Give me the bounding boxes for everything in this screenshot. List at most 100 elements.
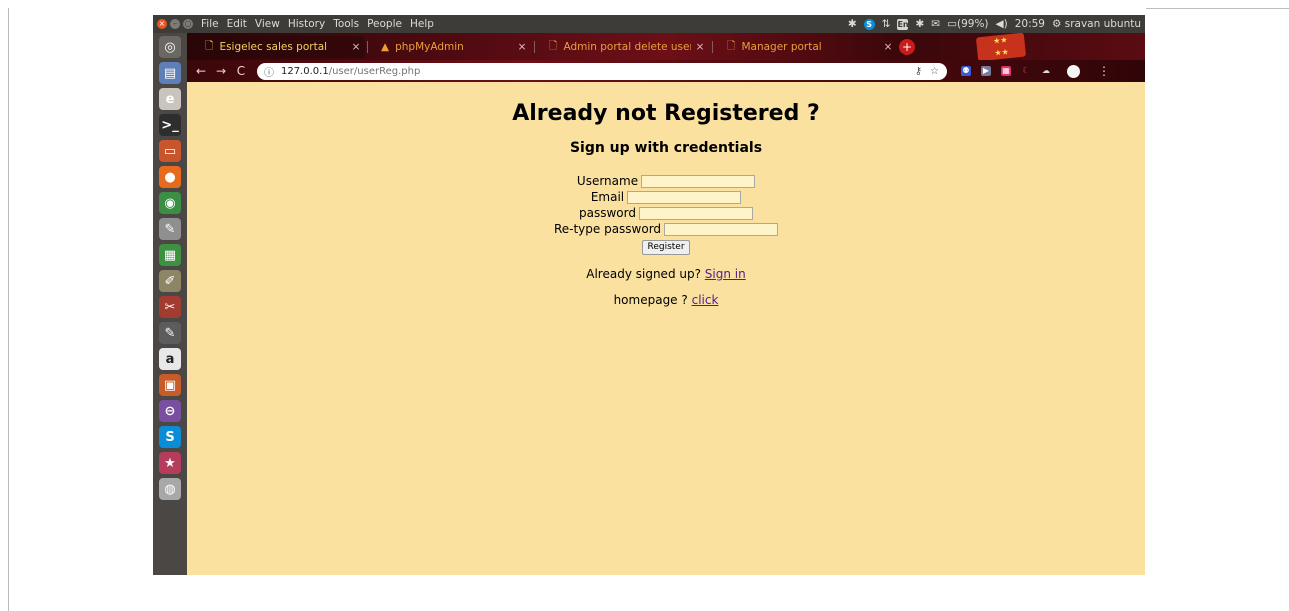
archive-icon[interactable]: ▭ <box>159 140 181 162</box>
disk-icon[interactable]: ⊖ <box>159 400 181 422</box>
clock[interactable]: 20:59 <box>1015 18 1045 30</box>
extension-grid-icon[interactable]: ▦ <box>1001 66 1011 76</box>
menu-history[interactable]: History <box>288 18 325 30</box>
draw-icon[interactable]: ✐ <box>159 270 181 292</box>
signup-form: Username Email password Re-type password… <box>187 173 1145 255</box>
extension-media-icon[interactable]: ▶ <box>981 66 991 76</box>
menu-view[interactable]: View <box>255 18 280 30</box>
keyboard-layout-indicator[interactable]: En <box>897 18 909 30</box>
address-bar[interactable]: ⓘ 127.0.0.1/user/userReg.php ⚷ ☆ <box>257 62 947 80</box>
chrome-icon[interactable]: ◉ <box>159 192 181 214</box>
omnibox-actions: ⚷ ☆ <box>915 66 947 77</box>
page-content: Already not Registered ? Sign up with cr… <box>187 82 1145 575</box>
retype-password-row: Re-type password <box>187 221 1145 237</box>
firefox-icon[interactable]: ● <box>159 166 181 188</box>
username-row: Username <box>187 173 1145 189</box>
close-icon[interactable]: × <box>513 41 531 53</box>
menu-edit[interactable]: Edit <box>227 18 247 30</box>
battery-percentage: (99%) <box>957 18 989 30</box>
tab-title: Manager portal <box>741 41 822 53</box>
extension-incognito-icon[interactable]: ☁ <box>1041 66 1051 76</box>
tab-phpmyadmin[interactable]: ▲ phpMyAdmin × <box>371 36 531 58</box>
dash-icon[interactable]: ◎ <box>159 36 181 58</box>
homepage-link[interactable]: click <box>692 293 719 307</box>
reload-icon[interactable]: C <box>231 64 251 78</box>
notes-icon[interactable]: ✎ <box>159 322 181 344</box>
register-button[interactable]: Register <box>642 240 690 255</box>
extension-moon-icon[interactable]: ☾ <box>1021 66 1031 76</box>
text-editor-icon[interactable]: ✎ <box>159 218 181 240</box>
spreadsheet-icon[interactable]: ▦ <box>159 244 181 266</box>
unity-launcher: ◎ ▤ e >_ ▭ ● ◉ ✎ ▦ ✐ ✂ ✎ a ▣ ⊖ S ★ ◍ <box>153 33 187 575</box>
eclipse-icon[interactable]: e <box>159 88 181 110</box>
signin-link[interactable]: Sign in <box>705 267 746 281</box>
password-input[interactable] <box>638 207 753 220</box>
tab-esigelec-sales-portal[interactable]: 🗋 Esigelec sales portal × <box>195 36 365 58</box>
back-arrow-icon[interactable]: ← <box>191 64 211 78</box>
terminal-icon[interactable]: >_ <box>159 114 181 136</box>
phpmyadmin-icon: ▲ <box>381 41 390 53</box>
tab-title: phpMyAdmin <box>395 41 464 53</box>
retype-password-input[interactable] <box>664 223 779 236</box>
tab-manager-portal[interactable]: 🗋 Manager portal × <box>717 36 897 58</box>
window-close-icon[interactable]: × <box>157 19 167 29</box>
battery-indicator[interactable]: ▭(99%) <box>947 18 988 30</box>
skype-icon[interactable]: S <box>159 426 181 448</box>
bluetooth-icon[interactable]: ✱ <box>848 18 857 30</box>
menu-file[interactable]: File <box>201 18 219 30</box>
bluetooth-secondary-icon[interactable]: ✱ <box>915 18 924 30</box>
mail-icon[interactable]: ✉ <box>931 18 940 30</box>
tab-admin-portal[interactable]: 🗋 Admin portal delete users × <box>539 36 709 58</box>
page-title: Already not Registered ? <box>512 101 820 126</box>
profile-avatar[interactable] <box>1067 64 1080 78</box>
info-icon[interactable]: ⓘ <box>261 64 277 79</box>
software-center-icon[interactable]: ▣ <box>159 374 181 396</box>
page-subtitle: Sign up with credentials <box>569 140 763 156</box>
username-label: Username <box>576 174 639 188</box>
window-minimize-icon[interactable]: – <box>170 19 180 29</box>
tab-title: Admin portal delete users <box>563 41 691 53</box>
signin-line: Already signed up? Sign in <box>187 267 1145 281</box>
extension-icons: ⚉ ▶ ▦ ☾ ☁ ⋮ <box>961 64 1110 78</box>
starred-app-icon[interactable]: ★ <box>159 452 181 474</box>
signin-prompt: Already signed up? <box>586 267 701 281</box>
close-icon[interactable]: × <box>347 41 365 53</box>
star-icon[interactable]: ☆ <box>930 66 939 77</box>
homepage-prompt: homepage ? <box>613 293 688 307</box>
outer-frame-top <box>1146 8 1289 9</box>
optical-drive-icon[interactable]: ◍ <box>159 478 181 500</box>
outer-frame-left <box>8 8 9 611</box>
ubuntu-top-panel: × – ○ File Edit View History Tools Peopl… <box>153 15 1145 33</box>
menu-help[interactable]: Help <box>410 18 434 30</box>
network-icon[interactable]: ⇅ <box>882 18 891 30</box>
retype-password-label: Re-type password <box>553 222 662 236</box>
page-icon: 🗋 <box>727 40 736 52</box>
menu-kebab-icon[interactable]: ⋮ <box>1098 64 1110 78</box>
menu-tools[interactable]: Tools <box>333 18 359 30</box>
username-input[interactable] <box>641 175 756 188</box>
theme-logo-image: ★★ ★★ <box>975 32 1027 62</box>
url-text[interactable]: 127.0.0.1/user/userReg.php <box>281 66 420 77</box>
menu-people[interactable]: People <box>367 18 402 30</box>
desktop-screen: × – ○ File Edit View History Tools Peopl… <box>153 15 1145 575</box>
browser-toolbar: ← → C ⓘ 127.0.0.1/user/userReg.php ⚷ ☆ ⚉… <box>187 60 1145 82</box>
battery-icon: ▭ <box>947 18 957 30</box>
forward-arrow-icon[interactable]: → <box>211 64 231 78</box>
new-tab-button[interactable]: + <box>899 39 915 55</box>
settings-tool-icon[interactable]: ✂ <box>159 296 181 318</box>
email-input[interactable] <box>627 191 742 204</box>
url-path: /user/userReg.php <box>328 65 421 77</box>
files-icon[interactable]: ▤ <box>159 62 181 84</box>
close-icon[interactable]: × <box>879 41 897 53</box>
skype-tray-icon[interactable]: S <box>863 18 875 30</box>
volume-icon[interactable]: ◀) <box>996 18 1008 30</box>
homepage-line: homepage ? click <box>187 293 1145 307</box>
session-menu[interactable]: ⚙ sravan ubuntu <box>1052 18 1141 30</box>
window-maximize-icon[interactable]: ○ <box>183 19 193 29</box>
indicator-area: ✱ S ⇅ En ✱ ✉ ▭(99%) ◀) 20:59 ⚙ sravan ub… <box>848 18 1145 30</box>
key-icon[interactable]: ⚷ <box>915 66 922 77</box>
extension-people-icon[interactable]: ⚉ <box>961 66 971 76</box>
close-icon[interactable]: × <box>691 41 709 53</box>
tab-separator <box>367 41 368 53</box>
amazon-icon[interactable]: a <box>159 348 181 370</box>
